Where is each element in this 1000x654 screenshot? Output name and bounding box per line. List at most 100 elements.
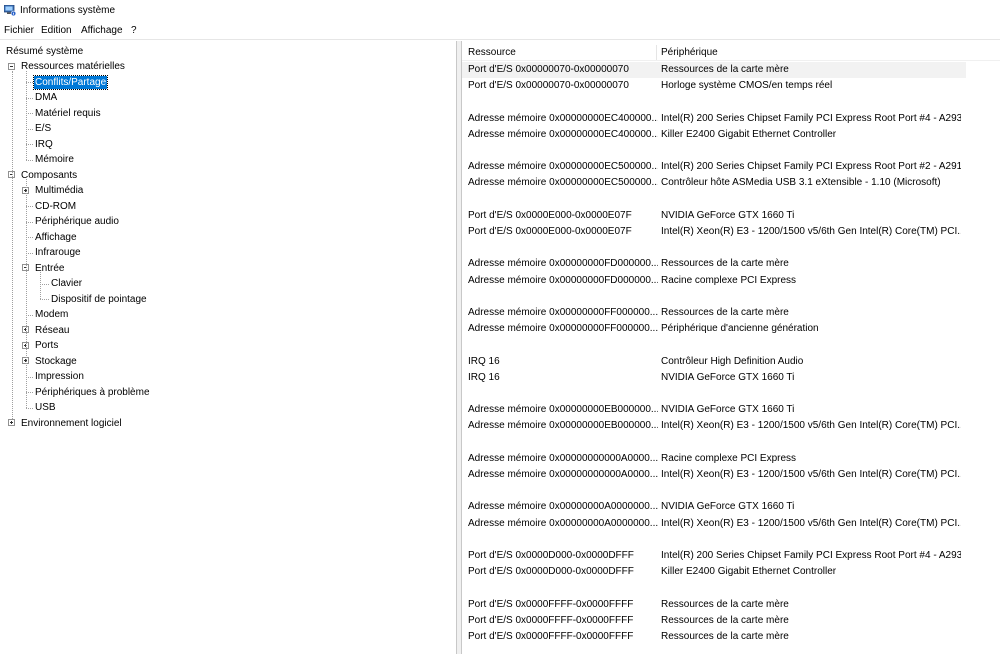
column-divider[interactable]: [656, 45, 657, 60]
tree-connector: [26, 159, 33, 161]
cell-ressource: Adresse mémoire 0x00000000A0000000...: [468, 501, 658, 513]
tree-item-resume-systeme[interactable]: Résumé système: [5, 45, 84, 58]
tree-connector: [26, 97, 33, 99]
table-row[interactable]: Adresse mémoire 0x00000000FF000000... Pér…: [462, 321, 966, 337]
table-row[interactable]: Port d'E/S 0x0000E000-0x0000E07F NVIDIA G…: [462, 208, 966, 224]
tree-connector: [26, 82, 33, 83]
cell-peripherique: Ressources de la carte mère: [661, 307, 789, 318]
table-row[interactable]: Adresse mémoire 0x00000000000A0000... Int…: [462, 467, 966, 483]
table-row[interactable]: Port d'E/S 0x0000D000-0x0000DFFF Intel(R)…: [462, 548, 966, 564]
details-list[interactable]: Ressource Périphérique Port d'E/S 0x0000…: [461, 41, 1000, 654]
tree-item-ressources-materielles[interactable]: Ressources matérielles: [20, 60, 126, 73]
menu-separator: [0, 39, 1000, 40]
table-row[interactable]: Port d'E/S 0x00000070-0x00000070 Horloge …: [462, 78, 966, 94]
table-row[interactable]: Adresse mémoire 0x00000000FD000000... Rac…: [462, 273, 966, 289]
cell-peripherique: Racine complexe PCI Express: [661, 274, 797, 286]
tree-item-peripherique-audio[interactable]: Périphérique audio: [34, 215, 120, 228]
tree-item-reseau[interactable]: Réseau: [34, 324, 70, 337]
tree-connector: [26, 376, 33, 378]
table-row[interactable]: Adresse mémoire 0x00000000000A0000... Rac…: [462, 451, 966, 467]
table-row[interactable]: Adresse mémoire 0x00000000EC500000... Con…: [462, 175, 966, 191]
table-row[interactable]: Port d'E/S 0x0000FFFF-0x0000FFFF Ressourc…: [462, 613, 966, 629]
cell-peripherique: Intel(R) Xeon(R) E3 - 1200/1500 v5/6th G…: [661, 517, 961, 529]
menu-fichier[interactable]: Fichier: [4, 25, 34, 36]
table-row[interactable]: IRQ 16 Contrôleur High Definition Audio: [462, 354, 966, 370]
tree-connector: [26, 314, 33, 316]
tree-item-impression[interactable]: Impression: [34, 370, 85, 383]
cell-peripherique: Intel(R) 200 Series Chipset Family PCI E…: [661, 112, 961, 124]
collapse-toggle-icon[interactable]: [8, 62, 15, 70]
expand-toggle-icon[interactable]: [8, 419, 15, 426]
cell-ressource: Adresse mémoire 0x00000000FD000000...: [468, 258, 658, 270]
cell-ressource: Adresse mémoire 0x00000000EB000000...: [468, 404, 658, 416]
menu-edition[interactable]: Edition: [41, 25, 72, 36]
cell-peripherique: Killer E2400 Gigabit Ethernet Controller: [661, 566, 837, 578]
title-bar: Informations système: [0, 0, 1000, 22]
cell-ressource: Adresse mémoire 0x00000000EC400000...: [468, 112, 658, 124]
cell-ressource: Port d'E/S 0x0000D000-0x0000DFFF: [468, 566, 634, 578]
cell-ressource: Adresse mémoire 0x00000000A0000000...: [468, 517, 658, 529]
menu-affichage[interactable]: Affichage: [81, 25, 123, 36]
cell-peripherique: Ressources de la carte mère: [661, 631, 789, 642]
tree-item-entree[interactable]: Entrée: [34, 262, 65, 275]
cell-peripherique: Ressources de la carte mère: [661, 598, 789, 610]
cell-peripherique: Contrôleur High Definition Audio: [661, 355, 804, 367]
table-row[interactable]: Port d'E/S 0x0000E000-0x0000E07F Intel(R)…: [462, 224, 966, 240]
cell-ressource: Port d'E/S 0x0000FFFF-0x0000FFFF: [468, 598, 634, 610]
cell-peripherique: Horloge système CMOS/en temps réel: [661, 80, 833, 92]
menu-help[interactable]: ?: [131, 25, 137, 36]
table-row[interactable]: Adresse mémoire 0x00000000FD000000... Res…: [462, 256, 966, 272]
table-row[interactable]: Port d'E/S 0x0000D000-0x0000DFFF Killer E…: [462, 564, 966, 580]
cell-ressource: Adresse mémoire 0x00000000000A0000...: [468, 469, 658, 480]
cell-ressource: Adresse mémoire 0x00000000FF000000...: [468, 307, 658, 318]
tree-item-affichage[interactable]: Affichage: [34, 231, 78, 244]
cell-ressource: Port d'E/S 0x00000070-0x00000070: [468, 64, 629, 75]
cell-peripherique: Périphérique d'ancienne génération: [661, 323, 819, 335]
table-row[interactable]: Port d'E/S 0x00000070-0x00000070 Ressourc…: [462, 62, 966, 78]
tree-item-peripheriques-probleme[interactable]: Périphériques à problème: [34, 386, 151, 399]
tree-item-stockage[interactable]: Stockage: [34, 355, 78, 368]
tree-item-multimedia[interactable]: Multimédia: [34, 184, 84, 197]
table-row[interactable]: Adresse mémoire 0x00000000EB000000... NVI…: [462, 402, 966, 418]
tree-item-ports[interactable]: Ports: [34, 339, 59, 352]
table-row[interactable]: Port d'E/S 0x0000FFFF-0x0000FFFF Ressourc…: [462, 629, 966, 645]
tree-item-modem[interactable]: Modem: [34, 308, 69, 321]
table-row[interactable]: Adresse mémoire 0x00000000A0000000... NVI…: [462, 499, 966, 515]
table-row[interactable]: IRQ 16 NVIDIA GeForce GTX 1660 Ti: [462, 370, 966, 386]
cell-ressource: Adresse mémoire 0x00000000FF000000...: [468, 323, 658, 335]
cell-peripherique: Racine complexe PCI Express: [661, 452, 797, 464]
cell-peripherique: Killer E2400 Gigabit Ethernet Controller: [661, 128, 837, 140]
tree-item-dispositif-pointage[interactable]: Dispositif de pointage: [50, 293, 148, 306]
tree-connector: [26, 144, 33, 145]
column-header-ressource[interactable]: Ressource: [468, 45, 516, 61]
table-row[interactable]: Adresse mémoire 0x00000000EC400000... Kil…: [462, 127, 966, 143]
cell-ressource: Port d'E/S 0x0000E000-0x0000E07F: [468, 209, 632, 221]
cell-peripherique: NVIDIA GeForce GTX 1660 Ti: [661, 404, 795, 416]
tree-item-environnement-logiciel[interactable]: Environnement logiciel: [20, 417, 123, 430]
tree-item-materiel-requis[interactable]: Matériel requis: [34, 107, 102, 120]
tree-item-composants[interactable]: Composants: [20, 169, 78, 182]
tree-item-irq[interactable]: IRQ: [34, 138, 54, 151]
table-row[interactable]: Adresse mémoire 0x00000000A0000000... Int…: [462, 516, 966, 532]
tree-item-usb[interactable]: USB: [34, 401, 57, 414]
tree-item-conflits-partage[interactable]: Conflits/Partage: [32, 74, 109, 90]
table-row[interactable]: Adresse mémoire 0x00000000FF000000... Res…: [462, 305, 966, 321]
column-header-peripherique[interactable]: Périphérique: [661, 45, 718, 61]
table-row[interactable]: Adresse mémoire 0x00000000EC400000... Int…: [462, 111, 966, 127]
menu-bar: Fichier Edition Affichage ?: [0, 22, 1000, 39]
cell-peripherique: Intel(R) Xeon(R) E3 - 1200/1500 v5/6th G…: [661, 420, 961, 432]
tree-item-memoire[interactable]: Mémoire: [34, 153, 75, 166]
tree-item-dma[interactable]: DMA: [34, 91, 58, 104]
cell-ressource: Port d'E/S 0x0000E000-0x0000E07F: [468, 226, 632, 237]
cell-peripherique: Intel(R) Xeon(R) E3 - 1200/1500 v5/6th G…: [661, 469, 961, 480]
tree-item-es[interactable]: E/S: [34, 122, 52, 135]
cell-peripherique: NVIDIA GeForce GTX 1660 Ti: [661, 209, 795, 221]
tree-item-infrarouge[interactable]: Infrarouge: [34, 246, 82, 259]
tree-item-clavier[interactable]: Clavier: [50, 277, 83, 290]
category-tree[interactable]: Résumé système Ressources matérielles Conf…: [0, 41, 457, 654]
table-row[interactable]: Adresse mémoire 0x00000000EB000000... Int…: [462, 418, 966, 434]
tree-connector: [26, 407, 33, 409]
table-row[interactable]: Port d'E/S 0x0000FFFF-0x0000FFFF Ressourc…: [462, 597, 966, 613]
table-row[interactable]: Adresse mémoire 0x00000000EC500000... Int…: [462, 159, 966, 175]
tree-item-cd-rom[interactable]: CD-ROM: [34, 200, 77, 213]
